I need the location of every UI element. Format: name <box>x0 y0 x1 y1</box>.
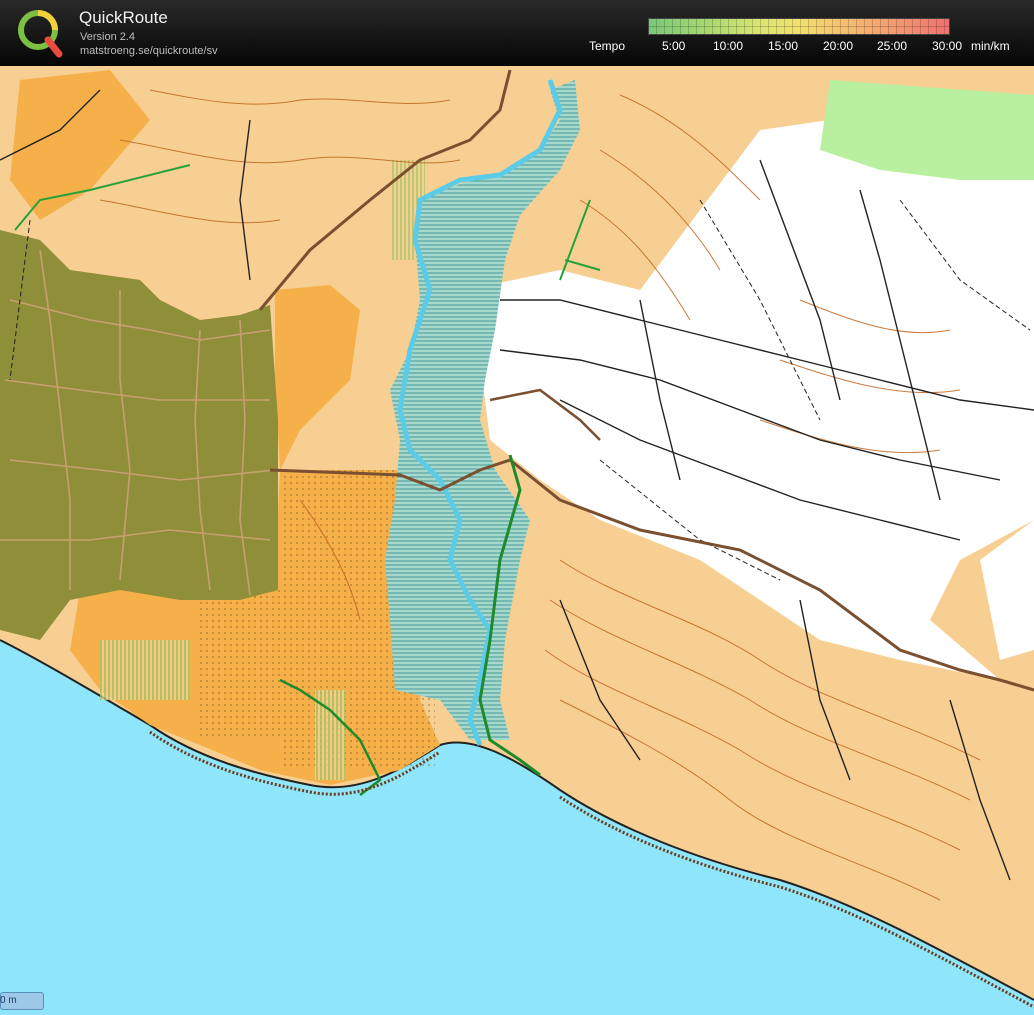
pace-color-bar <box>648 18 950 35</box>
map-canvas[interactable] <box>0 66 1034 1015</box>
app-title: QuickRoute <box>79 8 168 27</box>
scale-label: 0 m <box>0 995 17 1006</box>
legend-tick: 20:00 <box>823 39 854 53</box>
pace-legend: Tempo 5:00 10:00 15:00 20:00 25:00 30:00… <box>585 18 1025 58</box>
legend-tick: 30:00 <box>932 39 963 53</box>
legend-label: Tempo <box>589 39 626 53</box>
legend-tick: 25:00 <box>877 39 908 53</box>
orienteering-map[interactable]: 0 m <box>0 66 1034 1015</box>
app-version: Version 2.4 <box>80 31 136 43</box>
legend-tick: 10:00 <box>713 39 744 53</box>
legend-tick: 5:00 <box>662 39 686 53</box>
legend-unit: min/km <box>971 39 1010 53</box>
quickroute-logo <box>18 10 63 58</box>
legend-tick: 15:00 <box>768 39 799 53</box>
app-header: QuickRoute Version 2.4 matstroeng.se/qui… <box>0 0 1034 66</box>
app-url[interactable]: matstroeng.se/quickroute/sv <box>80 45 218 57</box>
